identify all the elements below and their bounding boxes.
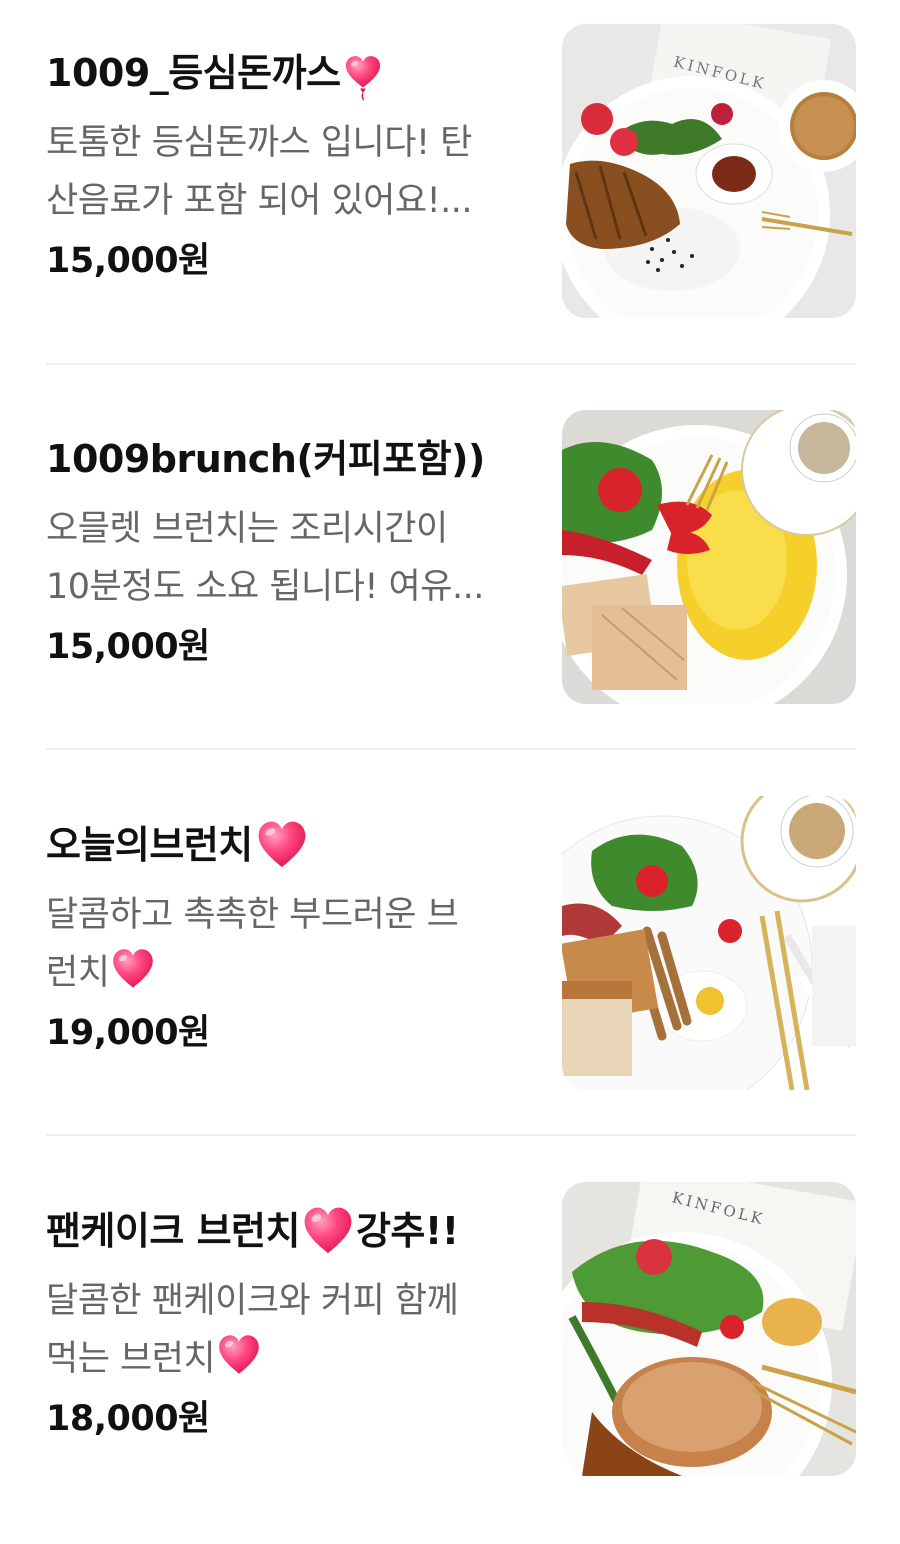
french-toast-brunch-photo[interactable] bbox=[562, 796, 856, 1090]
menu-item-name: 오늘의브런치 bbox=[46, 818, 532, 872]
menu-item-name-text: 강추!! bbox=[355, 1209, 459, 1253]
menu-item-name: 1009_등심돈까스 bbox=[46, 46, 532, 100]
divider bbox=[46, 748, 856, 750]
menu-item-price: 18,000원 bbox=[46, 1399, 210, 1439]
menu-item-description: 달콤한 팬케이크와 커피 함께 먹는 브런치 bbox=[46, 1272, 532, 1388]
menu-item-text: 1009brunch(커피포함)) 오믈렛 브런치는 조리시간이 10분정도 소… bbox=[46, 432, 532, 672]
heart-balloon-icon bbox=[344, 54, 382, 102]
description-line: 먹는 브런치 bbox=[46, 1330, 532, 1388]
description-line: 런치 bbox=[46, 944, 532, 1002]
description-line: 달콤하고 촉촉한 부드러운 브 bbox=[46, 895, 459, 935]
menu-item-price: 15,000원 bbox=[46, 241, 210, 281]
description-line-text: 런치 bbox=[46, 953, 110, 993]
heart-icon bbox=[217, 1334, 261, 1376]
pancake-brunch-photo[interactable]: KINFOLK bbox=[562, 1182, 856, 1476]
menu-list: 1009_등심돈까스 토톰한 등심돈까스 입니다! 탄 산음료가 포함 되어 있… bbox=[0, 0, 900, 1518]
tonkatsu-plate-photo[interactable]: KINFOLK bbox=[562, 24, 856, 318]
description-line: 오믈렛 브런치는 조리시간이 bbox=[46, 509, 448, 549]
menu-item-today-brunch[interactable]: 오늘의브런치 달콤하고 촉촉한 부드러운 브 런치 19,000원 bbox=[0, 772, 900, 1158]
divider bbox=[46, 363, 856, 365]
heart-icon bbox=[302, 1206, 354, 1256]
menu-item-price: 19,000원 bbox=[46, 1013, 210, 1053]
description-line: 10분정도 소요 됩니다! 여유... bbox=[46, 567, 484, 607]
menu-item-brunch-coffee[interactable]: 1009brunch(커피포함)) 오믈렛 브런치는 조리시간이 10분정도 소… bbox=[0, 386, 900, 772]
menu-item-description: 달콤하고 촉촉한 부드러운 브 런치 bbox=[46, 886, 532, 1002]
menu-item-name-text: 팬케이크 브런치 bbox=[46, 1209, 300, 1253]
menu-item-pancake-brunch[interactable]: 팬케이크 브런치 강추!! 달콤한 팬케이크와 커피 함께 먹는 브런치 18,… bbox=[0, 1158, 900, 1544]
heart-icon bbox=[256, 820, 308, 870]
menu-item-description: 토톰한 등심돈까스 입니다! 탄 산음료가 포함 되어 있어요!... bbox=[46, 114, 532, 230]
divider bbox=[46, 1134, 856, 1136]
menu-item-name: 팬케이크 브런치 강추!! bbox=[46, 1204, 532, 1258]
menu-item-name-text: 1009brunch(커피포함)) bbox=[46, 437, 485, 481]
description-line: 산음료가 포함 되어 있어요!... bbox=[46, 181, 473, 221]
menu-item-price: 15,000원 bbox=[46, 627, 210, 667]
description-line: 달콤한 팬케이크와 커피 함께 bbox=[46, 1281, 459, 1321]
omelet-brunch-photo[interactable] bbox=[562, 410, 856, 704]
menu-item-text: 오늘의브런치 달콤하고 촉촉한 부드러운 브 런치 19,000원 bbox=[46, 818, 532, 1058]
menu-item-tonkatsu[interactable]: 1009_등심돈까스 토톰한 등심돈까스 입니다! 탄 산음료가 포함 되어 있… bbox=[0, 0, 900, 386]
menu-item-name: 1009brunch(커피포함)) bbox=[46, 432, 532, 486]
menu-item-description: 오믈렛 브런치는 조리시간이 10분정도 소요 됩니다! 여유... bbox=[46, 500, 532, 616]
menu-item-name-text: 1009_등심돈까스 bbox=[46, 51, 341, 95]
description-line: 토톰한 등심돈까스 입니다! 탄 bbox=[46, 123, 472, 163]
description-line-text: 먹는 브런치 bbox=[46, 1339, 216, 1379]
menu-item-text: 1009_등심돈까스 토톰한 등심돈까스 입니다! 탄 산음료가 포함 되어 있… bbox=[46, 46, 532, 286]
menu-item-name-text: 오늘의브런치 bbox=[46, 823, 253, 867]
menu-item-text: 팬케이크 브런치 강추!! 달콤한 팬케이크와 커피 함께 먹는 브런치 18,… bbox=[46, 1204, 532, 1444]
heart-icon bbox=[111, 948, 155, 990]
